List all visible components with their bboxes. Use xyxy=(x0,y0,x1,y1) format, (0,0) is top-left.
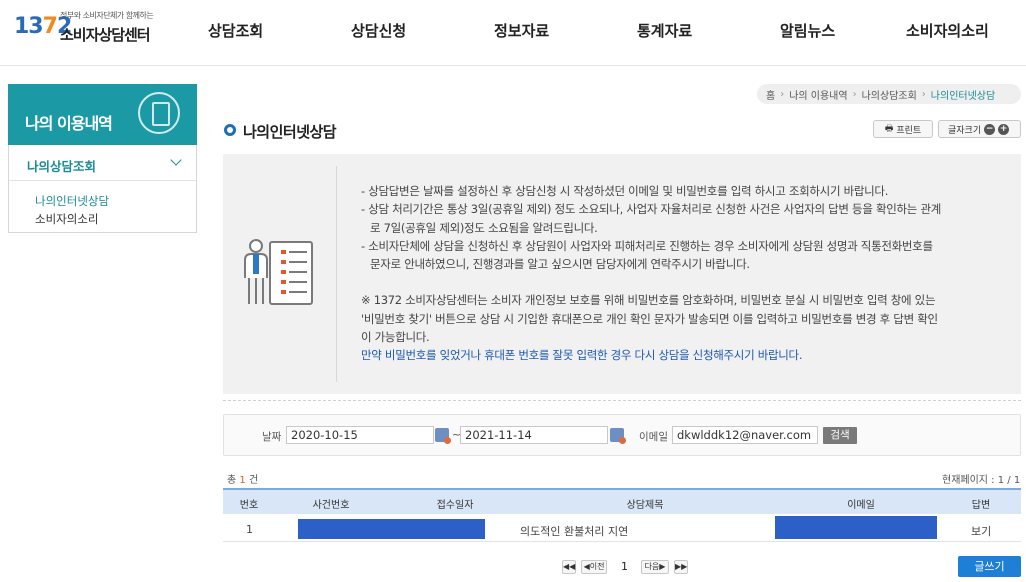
notice-warning-line: 만약 비밀번호를 잊었거나 휴대폰 번호를 잘못 입력한 경우 다시 상담을 신… xyxy=(361,348,803,363)
date-to-input[interactable]: 2021-11-14 xyxy=(460,426,608,444)
main-nav: 상담조회 상담신청 정보자료 통계자료 알림뉴스 소비자의소리 xyxy=(0,20,1026,44)
column-header: 번호 xyxy=(239,500,259,511)
notice-line: 문자로 안내하였으니, 진행경과를 알고 싶으시면 담당자에게 연락주시기 바랍… xyxy=(370,257,750,272)
prev-page-button[interactable]: ◀이전 xyxy=(581,560,607,574)
row-answer-link[interactable]: 보기 xyxy=(971,523,991,539)
search-bar: 날짜 2020-10-15 ~ 2021-11-14 이메일 dkwlddk12… xyxy=(223,414,1021,456)
notice-line: 로 7일(공휴일 제외)정도 소요됨을 알려드립니다. xyxy=(370,220,598,235)
breadcrumb-item[interactable]: 나의상담조회 xyxy=(862,87,917,102)
print-label: 프린트 xyxy=(896,125,922,136)
column-header: 이메일 xyxy=(847,500,875,511)
notice-line: ※ 1372 소비자상담센터는 소비자 개인정보 보호를 위해 비밀번호를 암호… xyxy=(361,293,936,308)
breadcrumb: 홈 › 나의 이용내역 › 나의상담조회 › 나의인터넷상담 xyxy=(757,84,1021,104)
column-header: 사건번호 xyxy=(312,500,350,511)
redacted-email xyxy=(775,516,937,539)
last-page-button[interactable]: ▶▶ xyxy=(674,560,688,574)
first-page-button[interactable]: ◀◀ xyxy=(562,560,576,574)
breadcrumb-item[interactable]: 나의 이용내역 xyxy=(789,87,847,102)
printer-icon: 🖶 xyxy=(884,124,894,134)
row-subject[interactable]: 의도적인 환불처리 지연 xyxy=(520,523,628,539)
page-info: 현재페이지 : 1 / 1 xyxy=(942,475,1021,486)
document-icon xyxy=(138,92,180,134)
minus-icon[interactable]: − xyxy=(984,123,996,135)
notice-line: - 소비자단체에 상담을 신청하신 후 상담원이 사업자와 피해처리로 진행하는… xyxy=(361,238,933,253)
total-number: 1 xyxy=(239,475,246,486)
nav-item-consult-search[interactable]: 상담조회 xyxy=(208,20,263,41)
breadcrumb-home[interactable]: 홈 xyxy=(766,87,775,102)
nav-item-statistics[interactable]: 통계자료 xyxy=(637,20,692,41)
table-row[interactable]: 1 의도적인 환불처리 지연 보기 xyxy=(223,516,1021,542)
current-page[interactable]: 1 xyxy=(621,560,628,573)
sidebar: 나의 이용내역 나의상담조회 나의인터넷상담 소비자의소리 xyxy=(8,84,197,233)
sidebar-menu: 나의상담조회 나의인터넷상담 소비자의소리 xyxy=(8,145,197,233)
column-header: 상담제목 xyxy=(626,500,664,511)
breadcrumb-current: 나의인터넷상담 xyxy=(930,90,996,102)
email-field[interactable]: dkwlddk12@naver.com xyxy=(672,426,818,444)
email-label: 이메일 xyxy=(639,431,668,443)
notice-divider xyxy=(336,166,337,382)
plus-icon[interactable]: + xyxy=(998,123,1010,135)
chevron-right-icon: › xyxy=(852,88,857,100)
notice-line: - 상담 처리기간은 통상 3일(공휴일 제외) 정도 소요되나, 사업자 자율… xyxy=(361,202,941,217)
write-button[interactable]: 글쓰기 xyxy=(958,556,1021,577)
calendar-icon[interactable] xyxy=(435,428,451,444)
chevron-right-icon: › xyxy=(921,88,926,100)
page-title: 나의인터넷상담 xyxy=(243,123,337,141)
notice-text: - 상담답변은 날짜를 설정하신 후 상담신청 시 작성하셨던 이메일 및 비밀… xyxy=(361,182,1011,365)
column-header: 접수일자 xyxy=(436,500,474,511)
column-header: 답변 xyxy=(971,500,991,511)
sidebar-subitem-consumer-voice[interactable]: 소비자의소리 xyxy=(35,211,98,227)
consultant-document-icon xyxy=(223,154,336,394)
nav-item-consult-apply[interactable]: 상담신청 xyxy=(351,20,406,41)
nav-item-voice[interactable]: 소비자의소리 xyxy=(906,20,989,41)
total-suffix: 건 xyxy=(248,475,259,486)
font-size-label: 글자크기 xyxy=(948,125,982,136)
date-label: 날짜 xyxy=(262,431,282,443)
sidebar-header: 나의 이용내역 xyxy=(8,84,197,145)
print-button[interactable]: 🖶 프린트 xyxy=(873,120,933,138)
search-button[interactable]: 검색 xyxy=(823,427,857,444)
nav-item-news[interactable]: 알림뉴스 xyxy=(780,20,835,41)
total-prefix: 총 xyxy=(227,475,237,486)
next-page-button[interactable]: 다음▶ xyxy=(641,560,669,574)
sidebar-item-label: 나의상담조회 xyxy=(27,159,97,174)
sidebar-item-my-consult[interactable]: 나의상담조회 xyxy=(9,145,196,181)
chevron-right-icon: › xyxy=(780,88,785,100)
table-header: 번호 사건번호 접수일자 상담제목 이메일 답변 xyxy=(223,488,1021,514)
notice-line: 이 가능합니다. xyxy=(361,330,430,345)
notice-line: '비밀번호 찾기' 버튼으로 상담 시 기입한 휴대폰으로 개인 확인 문자가 … xyxy=(361,311,938,326)
calendar-icon[interactable] xyxy=(610,428,626,444)
notice-box: - 상담답변은 날짜를 설정하신 후 상담신청 시 작성하셨던 이메일 및 비밀… xyxy=(223,154,1021,394)
sidebar-title: 나의 이용내역 xyxy=(25,114,113,133)
dashed-divider xyxy=(223,400,1021,401)
font-size-control: 글자크기 − + xyxy=(938,120,1021,138)
sidebar-subitem-internet-consult[interactable]: 나의인터넷상담 xyxy=(35,193,109,209)
redacted-case-number xyxy=(298,519,485,539)
date-from-input[interactable]: 2020-10-15 xyxy=(286,426,434,444)
chevron-down-icon xyxy=(170,154,182,166)
title-bullet-icon xyxy=(224,124,236,136)
notice-line: - 상담답변은 날짜를 설정하신 후 상담신청 시 작성하셨던 이메일 및 비밀… xyxy=(361,184,889,198)
row-number: 1 xyxy=(246,523,253,536)
total-count: 총 1 건 xyxy=(227,471,258,486)
nav-item-info[interactable]: 정보자료 xyxy=(494,20,549,41)
site-header: 1372 정부와 소비자단체가 함께하는 소비자상담센터 상담조회 상담신청 정… xyxy=(0,0,1026,66)
